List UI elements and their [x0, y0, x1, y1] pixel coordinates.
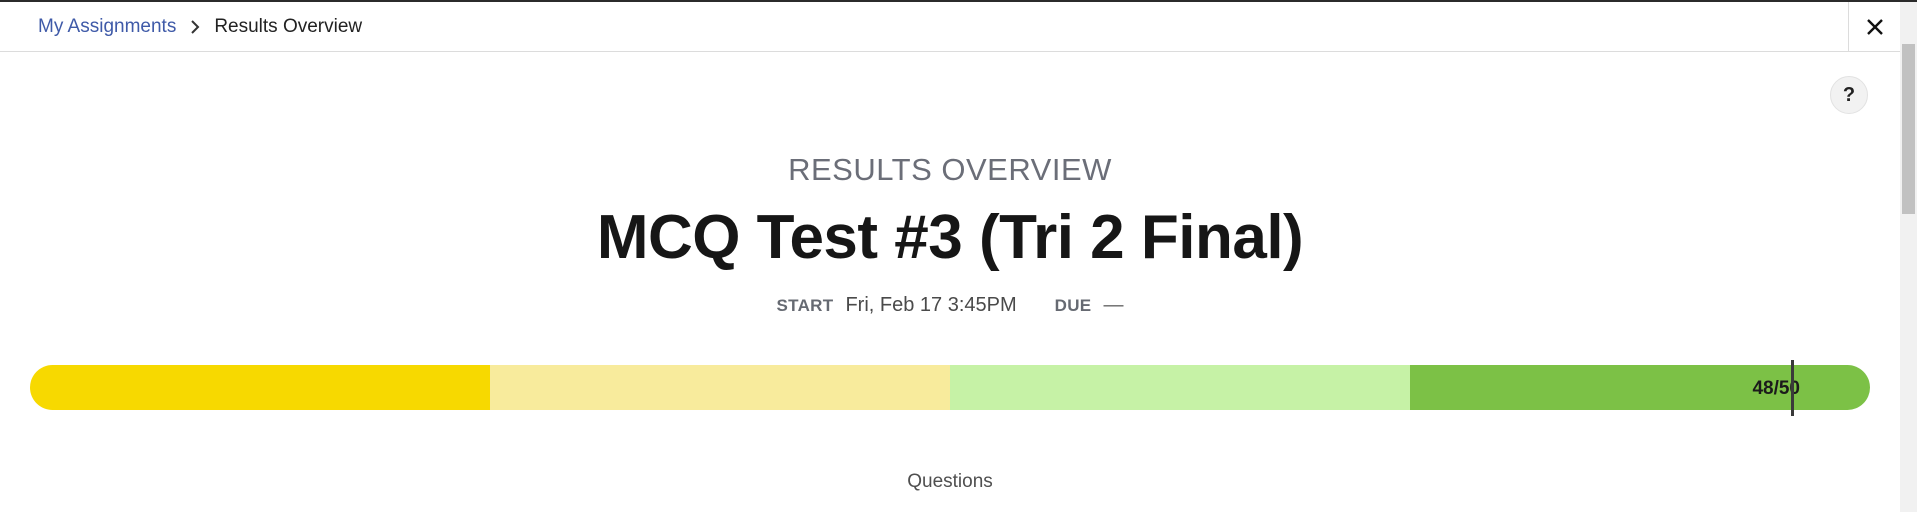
chevron-right-icon — [184, 19, 206, 34]
close-button[interactable] — [1848, 2, 1900, 52]
scrollbar-thumb[interactable] — [1902, 44, 1915, 214]
questions-heading: Questions — [907, 471, 993, 492]
start-value: Fri, Feb 17 3:45PM — [845, 294, 1017, 316]
help-button[interactable]: ? — [1830, 76, 1868, 114]
breadcrumb: My Assignments Results Overview — [0, 2, 362, 51]
vertical-scrollbar[interactable] — [1900, 2, 1917, 512]
score-label: 48/50 — [1752, 378, 1800, 399]
breadcrumb-current: Results Overview — [214, 15, 363, 37]
top-header: My Assignments Results Overview — [0, 2, 1900, 52]
score-segment-4 — [1410, 365, 1870, 410]
score-segment-1 — [30, 365, 490, 410]
score-progress-bar — [30, 365, 1870, 410]
score-segment-3 — [950, 365, 1410, 410]
score-segment-2 — [490, 365, 950, 410]
breadcrumb-my-assignments-link[interactable]: My Assignments — [38, 16, 176, 38]
due-label: DUE — [1054, 296, 1092, 315]
close-icon — [1866, 19, 1883, 35]
page-subtitle: RESULTS OVERVIEW — [788, 152, 1112, 187]
score-marker — [1791, 360, 1794, 416]
due-value: — — [1103, 294, 1124, 316]
assignment-dates: START Fri, Feb 17 3:45PM DUE — — [0, 294, 1900, 317]
results-overview-page: My Assignments Results Overview ? RESULT… — [0, 2, 1900, 512]
start-label: START — [776, 296, 834, 315]
page-title: MCQ Test #3 (Tri 2 Final) — [596, 203, 1304, 272]
